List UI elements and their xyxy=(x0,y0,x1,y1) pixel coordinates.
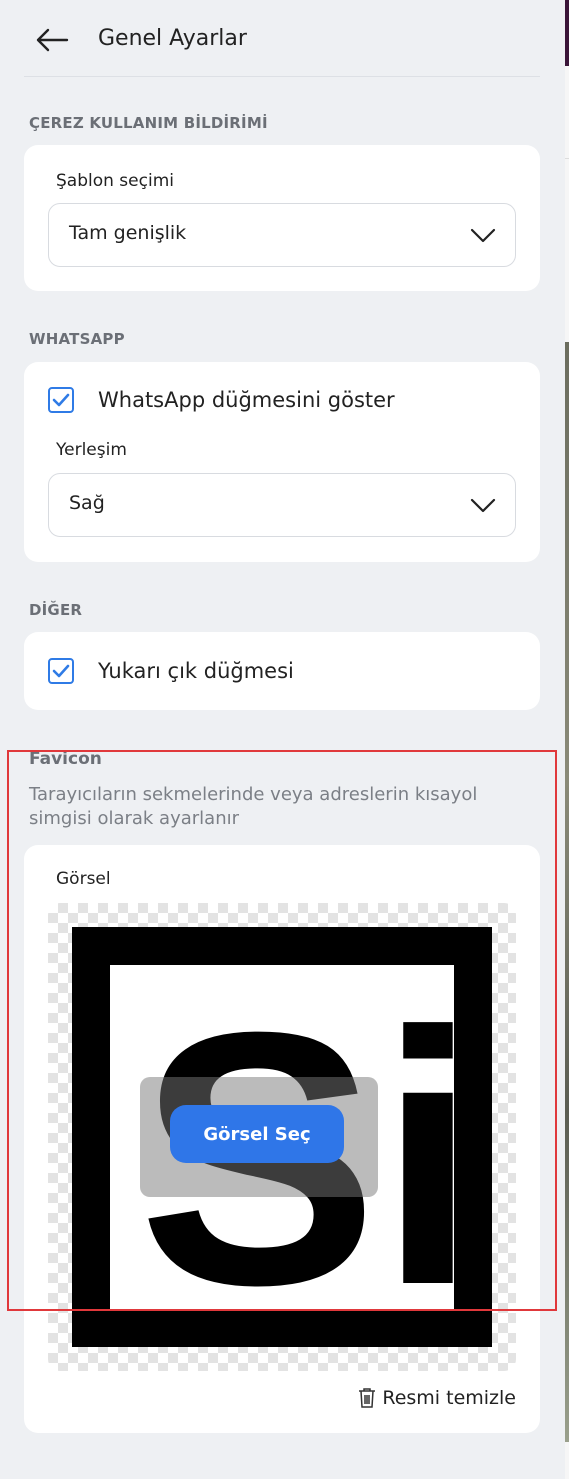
checkmark-icon xyxy=(52,664,70,678)
checkmark-icon xyxy=(52,393,70,407)
whatsapp-show-checkbox-row[interactable]: WhatsApp düğmesini göster xyxy=(48,385,395,415)
favicon-description: Tarayıcıların sekmelerinde veya adresler… xyxy=(29,784,478,829)
scroll-top-checkbox[interactable] xyxy=(48,658,74,684)
other-section-label: DİĞER xyxy=(29,601,83,619)
chevron-down-icon xyxy=(470,498,496,513)
scroll-top-label: Yukarı çık düğmesi xyxy=(98,659,294,683)
clear-image-label: Resmi temizle xyxy=(382,1387,516,1409)
scroll-top-checkbox-row[interactable]: Yukarı çık düğmesi xyxy=(48,656,294,686)
trash-icon xyxy=(359,1388,376,1408)
whatsapp-show-label: WhatsApp düğmesini göster xyxy=(98,388,395,412)
header-bar: Genel Ayarlar xyxy=(24,0,540,77)
whatsapp-show-checkbox[interactable] xyxy=(48,387,74,413)
template-select-value: Tam genişlik xyxy=(69,222,187,244)
back-button[interactable] xyxy=(34,22,70,58)
placement-label: Yerleşim xyxy=(56,440,127,460)
template-select[interactable]: Tam genişlik xyxy=(48,203,516,267)
other-card: Yukarı çık düğmesi xyxy=(24,632,540,710)
favicon-preview[interactable]: Si Görsel Seç xyxy=(48,903,516,1371)
placement-select[interactable]: Sağ xyxy=(48,473,516,537)
page-title: Genel Ayarlar xyxy=(98,26,247,51)
choose-image-button[interactable]: Görsel Seç xyxy=(170,1105,344,1163)
image-label: Görsel xyxy=(56,869,111,889)
whatsapp-section-label: WHATSAPP xyxy=(29,330,125,348)
cookie-section-label: ÇEREZ KULLANIM BİLDİRİMİ xyxy=(29,114,268,132)
adjacent-panel-edge xyxy=(565,0,569,1479)
favicon-title: Favicon xyxy=(29,749,102,769)
arrow-left-icon xyxy=(36,28,69,52)
whatsapp-card: WhatsApp düğmesini göster Yerleşim Sağ xyxy=(24,362,540,562)
cookie-card: Şablon seçimi Tam genişlik xyxy=(24,145,540,291)
clear-image-button[interactable]: Resmi temizle xyxy=(358,1387,516,1409)
placement-select-value: Sağ xyxy=(69,492,105,514)
favicon-card: Görsel Si Görsel Seç Resmi temizle xyxy=(24,845,540,1433)
chevron-down-icon xyxy=(470,228,496,243)
template-label: Şablon seçimi xyxy=(56,171,174,191)
